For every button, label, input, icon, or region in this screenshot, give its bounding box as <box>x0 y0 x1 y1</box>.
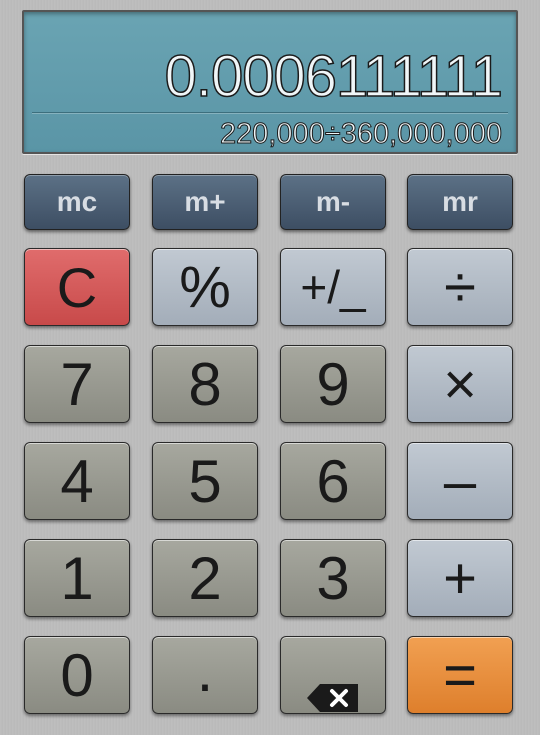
plus-button[interactable]: + <box>407 539 513 617</box>
digit-7-button[interactable]: 7 <box>24 345 130 423</box>
memory-recall-button[interactable]: mr <box>407 174 513 230</box>
clear-button[interactable]: C <box>24 248 130 326</box>
digit-1-button[interactable]: 1 <box>24 539 130 617</box>
percent-button[interactable]: % <box>152 248 258 326</box>
divide-button[interactable]: ÷ <box>407 248 513 326</box>
minus-button[interactable]: – <box>407 442 513 520</box>
display-separator <box>32 112 508 113</box>
digit-3-button[interactable]: 3 <box>280 539 386 617</box>
digit-6-button[interactable]: 6 <box>280 442 386 520</box>
display-expression: 220,000÷360,000,000 <box>219 118 502 150</box>
backspace-button[interactable] <box>280 636 386 714</box>
digit-9-button[interactable]: 9 <box>280 345 386 423</box>
display-result: 0.0006111111 <box>164 44 504 109</box>
digit-2-button[interactable]: 2 <box>152 539 258 617</box>
decimal-button[interactable]: . <box>152 636 258 714</box>
multiply-button[interactable]: × <box>407 345 513 423</box>
memory-clear-button[interactable]: mc <box>24 174 130 230</box>
digit-8-button[interactable]: 8 <box>152 345 258 423</box>
plus-minus-button[interactable]: +/_ <box>280 248 386 326</box>
equals-button[interactable]: = <box>407 636 513 714</box>
memory-add-button[interactable]: m+ <box>152 174 258 230</box>
digit-5-button[interactable]: 5 <box>152 442 258 520</box>
backspace-icon <box>306 659 360 712</box>
memory-subtract-button[interactable]: m- <box>280 174 386 230</box>
digit-0-button[interactable]: 0 <box>24 636 130 714</box>
digit-4-button[interactable]: 4 <box>24 442 130 520</box>
calculator-display: 0.0006111111 220,000÷360,000,000 <box>22 10 518 154</box>
